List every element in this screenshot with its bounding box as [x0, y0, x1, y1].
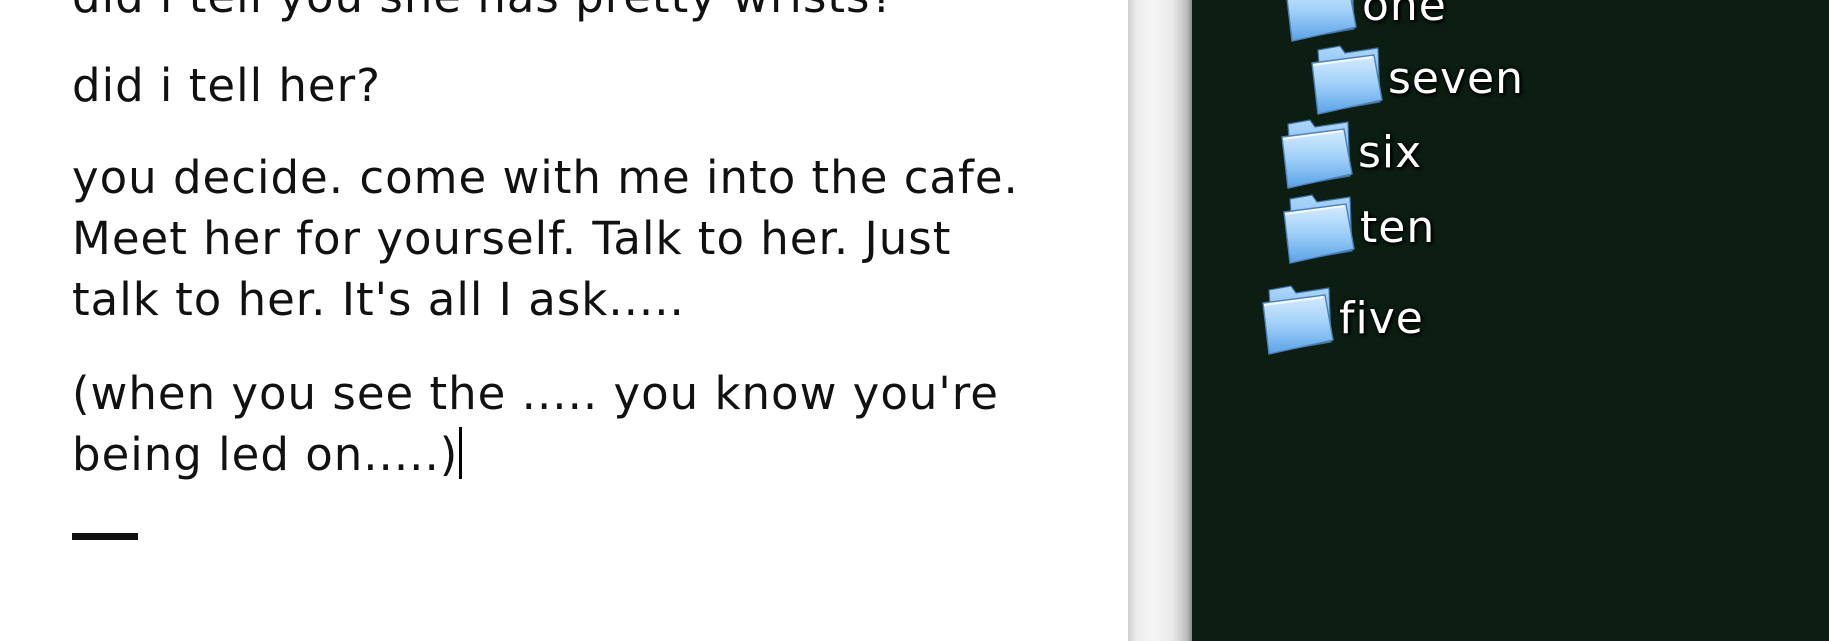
- text-line: you decide. come with me into the cafe.: [72, 151, 1019, 204]
- screen: did i tell you she has pretty wrists? di…: [0, 0, 1829, 641]
- folder-label: ten: [1360, 201, 1436, 253]
- text-line: did i tell her?: [72, 59, 381, 112]
- folder-label: one: [1362, 0, 1447, 31]
- text-line: did i tell you she has pretty wrists?: [72, 0, 895, 23]
- text-cursor: [459, 427, 463, 479]
- folder-icon: [1283, 194, 1355, 264]
- text-document[interactable]: did i tell you she has pretty wrists? di…: [0, 0, 1128, 641]
- paragraph: did i tell her?: [72, 55, 381, 116]
- separator-line: [72, 533, 138, 540]
- paragraph: you decide. come with me into the cafe. …: [72, 147, 1019, 330]
- folder-ten[interactable]: ten: [1276, 182, 1435, 272]
- text-line: Meet her for yourself. Talk to her. Just: [72, 212, 952, 265]
- paragraph: did i tell you she has pretty wrists?: [72, 0, 895, 27]
- folder-icon: [1262, 285, 1334, 355]
- text-line: (when you see the ..... you know you're: [72, 367, 999, 420]
- text-line: talk to her. It's all I ask.....: [72, 273, 685, 326]
- folder-label: six: [1358, 126, 1423, 178]
- paragraph: (when you see the ..... you know you're …: [72, 363, 999, 485]
- window-edge: [1128, 0, 1192, 641]
- folder-five[interactable]: five: [1255, 273, 1424, 363]
- folder-label: seven: [1388, 52, 1524, 104]
- desktop: one seven six ten five: [1192, 0, 1829, 641]
- folder-label: five: [1339, 292, 1424, 344]
- text-line: being led on.....): [72, 428, 459, 481]
